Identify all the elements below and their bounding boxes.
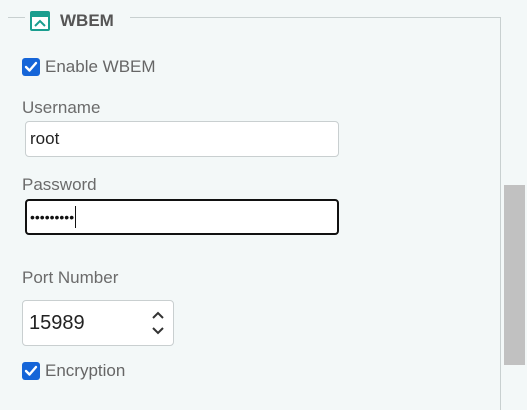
- collapse-panel-icon[interactable]: [30, 11, 50, 31]
- panel-border: [8, 17, 25, 18]
- chevron-up-icon: [152, 311, 164, 319]
- port-number-value: 15989: [29, 311, 85, 334]
- text-caret: [75, 206, 77, 228]
- password-input[interactable]: •••••••••: [25, 199, 339, 235]
- username-value: root: [30, 129, 60, 148]
- enable-wbem-label: Enable WBEM: [45, 57, 156, 76]
- scrollbar-thumb[interactable]: [504, 185, 525, 365]
- enable-wbem-checkbox[interactable]: [22, 58, 40, 76]
- port-number-stepper[interactable]: [145, 301, 171, 345]
- decrement-button[interactable]: [151, 323, 165, 339]
- password-label: Password: [22, 175, 97, 194]
- encryption-row[interactable]: Encryption: [22, 361, 125, 381]
- encryption-label: Encryption: [45, 361, 126, 380]
- username-label: Username: [22, 98, 101, 117]
- section-header: WBEM: [30, 8, 120, 34]
- panel-border: [130, 17, 501, 18]
- panel-border: [500, 17, 501, 410]
- increment-button[interactable]: [151, 307, 165, 323]
- port-number-label: Port Number: [22, 268, 119, 287]
- username-input[interactable]: root: [25, 121, 339, 157]
- section-title: WBEM: [60, 11, 114, 30]
- enable-wbem-row[interactable]: Enable WBEM: [22, 57, 156, 77]
- chevron-down-icon: [152, 327, 164, 335]
- wbem-settings-page: WBEM Enable WBEM Username root Password …: [0, 0, 527, 410]
- encryption-checkbox[interactable]: [22, 362, 40, 380]
- port-number-input[interactable]: 15989: [22, 300, 174, 346]
- password-value: •••••••••: [30, 209, 75, 225]
